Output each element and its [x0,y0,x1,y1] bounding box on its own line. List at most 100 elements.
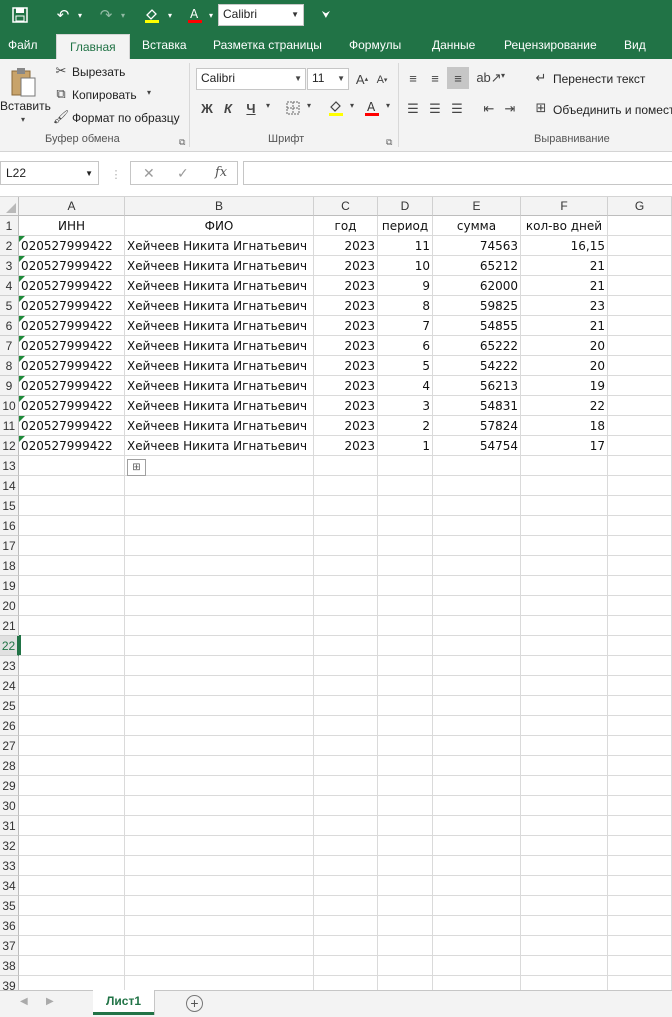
empty-cell[interactable] [378,896,433,916]
empty-cell[interactable] [378,876,433,896]
empty-cell[interactable] [378,716,433,736]
empty-cell[interactable] [378,656,433,676]
data-cell[interactable]: 74563 [433,236,521,256]
empty-cell[interactable] [125,696,314,716]
empty-cell[interactable] [433,736,521,756]
empty-cell[interactable] [378,776,433,796]
empty-cell[interactable] [19,776,125,796]
empty-cell[interactable] [314,476,378,496]
empty-cell[interactable] [521,956,608,976]
empty-cell[interactable] [608,616,672,636]
enter-icon[interactable]: ✓ [177,165,189,182]
undo-dropdown-icon[interactable]: ▾ [75,4,85,26]
row-header-16[interactable]: 16 [0,516,19,536]
empty-cell[interactable] [608,856,672,876]
data-cell[interactable]: 020527999422 [19,236,125,256]
data-cell[interactable]: Хейчеев Никита Игнатьевич [125,256,314,276]
empty-cell[interactable] [608,236,672,256]
empty-cell[interactable] [433,576,521,596]
empty-cell[interactable] [314,696,378,716]
empty-cell[interactable] [433,716,521,736]
empty-cell[interactable] [433,976,521,990]
empty-cell[interactable] [433,756,521,776]
empty-cell[interactable] [125,616,314,636]
empty-cell[interactable] [433,556,521,576]
scroll-sheets-right-icon[interactable]: ▶ [46,996,54,1007]
empty-cell[interactable] [433,456,521,476]
empty-cell[interactable] [608,516,672,536]
copy-button[interactable]: Копировать [72,88,137,102]
empty-cell[interactable] [608,556,672,576]
row-header-14[interactable]: 14 [0,476,19,496]
data-cell[interactable]: 22 [521,396,608,416]
empty-cell[interactable] [125,776,314,796]
empty-cell[interactable] [521,716,608,736]
empty-cell[interactable] [19,656,125,676]
qat-font-combo[interactable]: Calibri ▼ [218,4,304,26]
row-header-39[interactable]: 39 [0,976,19,990]
tab-formulas[interactable]: Формулы [349,31,401,59]
empty-cell[interactable] [608,656,672,676]
empty-cell[interactable] [608,736,672,756]
data-cell[interactable]: 20 [521,356,608,376]
row-header-15[interactable]: 15 [0,496,19,516]
row-header-3[interactable]: 3 [0,256,19,276]
fill-color-icon[interactable] [141,4,163,26]
empty-cell[interactable] [608,976,672,990]
data-cell[interactable]: 11 [378,236,433,256]
empty-cell[interactable] [378,596,433,616]
data-cell[interactable]: 65222 [433,336,521,356]
empty-cell[interactable] [521,736,608,756]
row-header-35[interactable]: 35 [0,896,19,916]
row-header-27[interactable]: 27 [0,736,19,756]
empty-cell[interactable] [521,936,608,956]
row-header-10[interactable]: 10 [0,396,19,416]
data-cell[interactable]: 2023 [314,256,378,276]
fill-color-icon[interactable] [327,99,345,117]
empty-cell[interactable] [19,816,125,836]
data-cell[interactable]: 54222 [433,356,521,376]
empty-cell[interactable] [433,796,521,816]
empty-cell[interactable] [378,496,433,516]
empty-cell[interactable] [125,856,314,876]
data-cell[interactable]: 7 [378,316,433,336]
empty-cell[interactable] [433,596,521,616]
empty-cell[interactable] [521,476,608,496]
data-cell[interactable]: 20 [521,336,608,356]
font-size-combo[interactable]: 11 ▼ [307,68,349,90]
data-cell[interactable]: 020527999422 [19,276,125,296]
row-header-37[interactable]: 37 [0,936,19,956]
empty-cell[interactable] [19,576,125,596]
align-middle-icon[interactable]: ≡ [426,69,444,87]
tab-insert[interactable]: Вставка [142,31,187,59]
empty-cell[interactable] [314,496,378,516]
redo-icon[interactable]: ↷ [97,4,115,26]
data-cell[interactable]: Хейчеев Никита Игнатьевич [125,376,314,396]
empty-cell[interactable] [125,756,314,776]
empty-cell[interactable] [19,616,125,636]
header-cell[interactable]: ИНН [19,216,125,236]
data-cell[interactable]: 2023 [314,336,378,356]
empty-cell[interactable] [125,576,314,596]
empty-cell[interactable] [19,956,125,976]
formula-input[interactable] [243,161,672,185]
empty-cell[interactable] [19,856,125,876]
copy-dropdown-icon[interactable]: ▾ [144,88,154,97]
empty-cell[interactable] [608,276,672,296]
empty-cell[interactable] [378,936,433,956]
row-header-32[interactable]: 32 [0,836,19,856]
paste-icon[interactable] [8,65,38,99]
empty-cell[interactable] [521,876,608,896]
empty-cell[interactable] [378,556,433,576]
data-cell[interactable]: 16,15 [521,236,608,256]
empty-cell[interactable] [314,656,378,676]
empty-cell[interactable] [433,856,521,876]
empty-cell[interactable] [521,756,608,776]
data-cell[interactable]: 21 [521,316,608,336]
row-header-36[interactable]: 36 [0,916,19,936]
row-header-1[interactable]: 1 [0,216,19,236]
empty-cell[interactable] [608,936,672,956]
fill-color-dropdown-icon[interactable]: ▾ [165,4,175,26]
data-cell[interactable]: 17 [521,436,608,456]
empty-cell[interactable] [125,596,314,616]
